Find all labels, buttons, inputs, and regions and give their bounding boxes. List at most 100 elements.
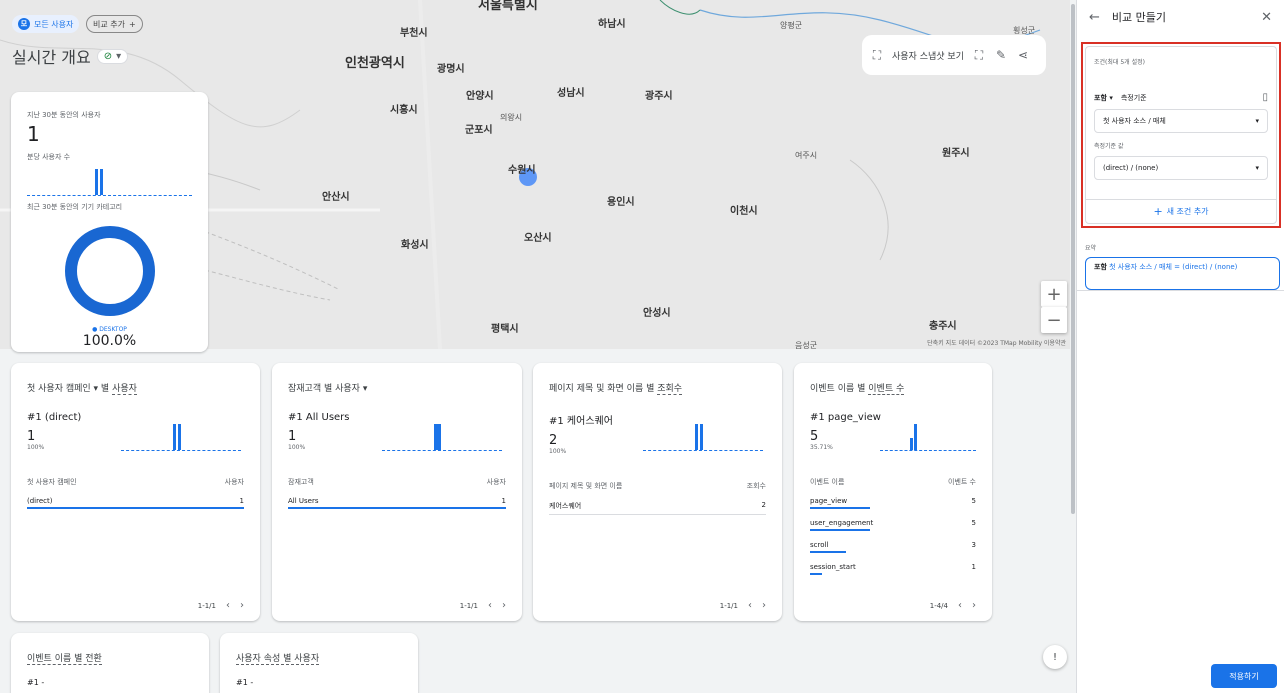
card-audience: 잠재고객 별 사용자 ▾ #1 All Users 1 100% 잠재고객 사용자… xyxy=(272,363,522,621)
table-row[interactable]: All Users 1 xyxy=(288,497,506,509)
map-footer[interactable]: 단축키 지도 데이터 ©2023 TMap Mobility 이용약관 xyxy=(927,338,1066,347)
apply-button[interactable]: 적용하기 xyxy=(1211,664,1277,688)
delete-icon[interactable]: ▯ xyxy=(1262,92,1268,103)
scrollbar-thumb[interactable] xyxy=(1071,4,1075,514)
city-label: 이천시 xyxy=(730,206,758,217)
panel-title: 비교 만들기 xyxy=(1111,11,1167,24)
card-title[interactable]: 이벤트 이름 별 이벤트 수 xyxy=(810,381,976,395)
card-title[interactable]: 이벤트 이름 별 전환 xyxy=(27,651,193,665)
city-label: 오산시 xyxy=(524,233,552,244)
panel-header: ← 비교 만들기 ✕ xyxy=(1077,0,1284,34)
spark-bar xyxy=(910,438,913,450)
city-label: 양평군 xyxy=(780,21,803,30)
all-users-label: 모든 사용자 xyxy=(34,19,74,29)
spark-bar xyxy=(695,424,698,450)
fullscreen-icon[interactable]: ⛶ xyxy=(972,48,986,62)
next-page-icon[interactable]: › xyxy=(972,600,976,611)
card-spark-chart[interactable] xyxy=(643,423,763,451)
card-title[interactable]: 첫 사용자 캠페인 ▾ 별 사용자 xyxy=(27,381,244,395)
card-spark-chart[interactable] xyxy=(880,423,976,451)
include-dropdown[interactable]: 포함 ▾ xyxy=(1094,93,1113,103)
device-category-label: 최근 30분 동안의 기기 카테고리 xyxy=(27,203,123,211)
add-condition-button[interactable]: + 새 조건 추가 xyxy=(1086,199,1276,223)
city-label: 원주시 xyxy=(942,148,970,159)
city-label: 인천광역시 xyxy=(345,56,405,71)
dimension-select[interactable]: 첫 사용자 소스 / 매체 ▾ xyxy=(1094,109,1268,133)
card-page-title: 페이지 제목 및 화면 이름 별 조회수 #1 케어스퀘어 2 100% 페이지… xyxy=(533,363,782,621)
prev-page-icon[interactable]: ‹ xyxy=(226,600,230,611)
city-label: 하남시 xyxy=(598,19,626,30)
close-icon[interactable]: ✕ xyxy=(1261,10,1272,25)
pager: 1-4/4 ‹ › xyxy=(929,600,976,611)
device-legend: ● DESKTOP xyxy=(92,326,127,333)
card-spark-chart[interactable] xyxy=(121,423,241,451)
spark-bar xyxy=(173,424,176,450)
summary-label: 요약 xyxy=(1085,245,1097,252)
card-top-item: #1 - xyxy=(27,678,45,687)
next-page-icon[interactable]: › xyxy=(240,600,244,611)
edit-icon[interactable]: ✎ xyxy=(994,48,1008,62)
table-header: 첫 사용자 캠페인 사용자 xyxy=(27,478,244,486)
card-top-item: #1 - xyxy=(236,678,254,687)
spark-bar xyxy=(914,424,917,450)
table-header: 잠재고객 사용자 xyxy=(288,478,506,486)
city-label: 여주시 xyxy=(795,151,818,160)
page-title: 실시간 개요 xyxy=(12,48,91,67)
card-title[interactable]: 잠재고객 별 사용자 ▾ xyxy=(288,381,506,394)
check-circle-icon: ⊘ xyxy=(103,50,113,62)
city-label: 수원시 xyxy=(508,165,536,176)
city-label: 광주시 xyxy=(645,91,673,102)
prev-page-icon[interactable]: ‹ xyxy=(748,600,752,611)
divider xyxy=(1077,290,1284,291)
all-users-chip[interactable]: 모 모든 사용자 xyxy=(12,15,80,33)
table-row[interactable]: 케어스퀘어 2 xyxy=(549,501,766,515)
dimension-value-label: 측정기준 값 xyxy=(1094,143,1124,150)
next-page-icon[interactable]: › xyxy=(762,600,766,611)
dropdown-arrow-icon: ▾ xyxy=(1255,164,1259,172)
device-donut-chart[interactable] xyxy=(64,226,155,316)
zoom-out-button[interactable]: − xyxy=(1041,307,1067,333)
add-comparison-chip[interactable]: 비교 추가 + xyxy=(86,15,143,33)
zoom-in-button[interactable]: + xyxy=(1041,281,1067,307)
city-label: 용인시 xyxy=(607,197,635,208)
card-top-item: #1 All Users xyxy=(288,412,350,423)
card-title[interactable]: 페이지 제목 및 화면 이름 별 조회수 xyxy=(549,381,766,395)
user-snapshot-icon[interactable]: ⛶ xyxy=(870,48,884,62)
table-row[interactable]: scroll 3 xyxy=(810,541,976,553)
city-label: 부천시 xyxy=(400,28,428,39)
card-spark-chart[interactable] xyxy=(382,423,502,451)
feedback-icon[interactable]: ! xyxy=(1043,645,1067,669)
city-label: 평택시 xyxy=(491,324,519,335)
city-label: 군포시 xyxy=(465,125,493,136)
dimension-value-select[interactable]: (direct) / (none) ▾ xyxy=(1094,156,1268,180)
prev-page-icon[interactable]: ‹ xyxy=(488,600,492,611)
comparison-panel: ← 비교 만들기 ✕ 조건(최대 5개 설정) 포함 ▾ 측정기준 ▯ 첫 사용… xyxy=(1076,0,1284,693)
card-title[interactable]: 사용자 속성 별 사용자 xyxy=(236,651,402,665)
table-row[interactable]: (direct) 1 xyxy=(27,497,244,509)
card-top-item: #1 page_view xyxy=(810,412,881,423)
back-arrow-icon[interactable]: ← xyxy=(1089,10,1100,25)
add-comparison-label: 비교 추가 xyxy=(93,19,125,29)
table-row[interactable]: session_start 1 xyxy=(810,563,976,575)
city-label: 안성시 xyxy=(643,308,671,319)
spark-bar xyxy=(700,424,703,450)
city-label: 의왕시 xyxy=(500,113,523,122)
user-snapshot-button[interactable]: 사용자 스냅샷 보기 xyxy=(892,49,964,62)
city-label: 안양시 xyxy=(466,91,494,102)
table-row[interactable]: user_engagement 5 xyxy=(810,519,976,531)
share-icon[interactable]: ⋖ xyxy=(1016,48,1030,62)
status-check-chip[interactable]: ⊘ ▾ xyxy=(96,48,129,64)
per-minute-chart[interactable] xyxy=(27,166,192,196)
card-first-user-campaign: 첫 사용자 캠페인 ▾ 별 사용자 #1 (direct) 1 100% 첫 사… xyxy=(11,363,260,621)
users-30min-value: 1 xyxy=(27,122,40,146)
next-page-icon[interactable]: › xyxy=(502,600,506,611)
chevron-down-icon: ▾ xyxy=(116,50,122,62)
city-label: 안산시 xyxy=(322,192,350,203)
table-row[interactable]: page_view 5 xyxy=(810,497,976,509)
spark-bar xyxy=(434,424,441,450)
prev-page-icon[interactable]: ‹ xyxy=(958,600,962,611)
condition-card: 조건(최대 5개 설정) 포함 ▾ 측정기준 ▯ 첫 사용자 소스 / 매체 ▾ … xyxy=(1085,46,1277,224)
device-percent: 100.0% xyxy=(82,333,137,349)
city-label: 광명시 xyxy=(437,64,465,75)
page-title-row: 실시간 개요 ⊘ ▾ xyxy=(12,44,129,68)
